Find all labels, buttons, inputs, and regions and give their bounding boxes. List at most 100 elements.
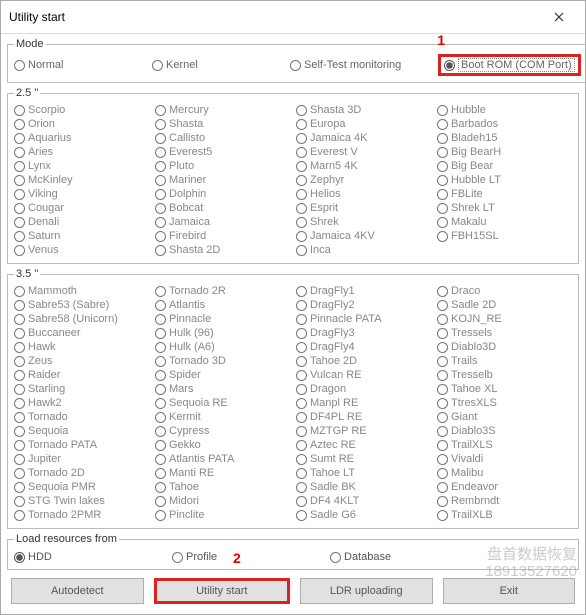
d35-option[interactable]: Tahoe 2D — [296, 354, 431, 368]
d25-option[interactable]: Viking — [14, 187, 149, 201]
d25-option[interactable]: Barbados — [437, 117, 572, 131]
autodetect-button[interactable]: Autodetect — [11, 578, 144, 604]
d35-option[interactable]: MZTGP RE — [296, 424, 431, 438]
d35-option[interactable]: Manti RE — [155, 466, 290, 480]
d35-option[interactable]: Endeavor — [437, 480, 572, 494]
d35-option[interactable]: Tornado 2D — [14, 466, 149, 480]
d35-option[interactable]: Buccaneer — [14, 326, 149, 340]
d35-option[interactable]: Sequoia RE — [155, 396, 290, 410]
d35-option[interactable]: Mars — [155, 382, 290, 396]
d25-option[interactable]: Big BearH — [437, 145, 572, 159]
d25-option[interactable]: Shasta 2D — [155, 243, 290, 257]
d35-option[interactable]: Hawk2 — [14, 396, 149, 410]
d35-option[interactable]: Zeus — [14, 354, 149, 368]
d25-option[interactable]: Venus — [14, 243, 149, 257]
d35-option[interactable]: Midori — [155, 494, 290, 508]
d35-option[interactable]: STG Twin lakes — [14, 494, 149, 508]
d35-option[interactable]: Atlantis PATA — [155, 452, 290, 466]
d25-option[interactable]: Orion — [14, 117, 149, 131]
d35-option[interactable]: DragFly3 — [296, 326, 431, 340]
utility-start-button[interactable]: Utility start — [154, 578, 291, 604]
d35-option[interactable]: Tahoe XL — [437, 382, 572, 396]
d35-option[interactable]: Tressels — [437, 326, 572, 340]
d35-option[interactable]: Diablo3S — [437, 424, 572, 438]
mode-kernel[interactable]: Kernel — [152, 59, 282, 71]
d35-option[interactable]: Tahoe — [155, 480, 290, 494]
d35-option[interactable]: Draco — [437, 284, 572, 298]
d25-option[interactable]: Aries — [14, 145, 149, 159]
d35-option[interactable]: Trails — [437, 354, 572, 368]
d25-option[interactable]: Shrek LT — [437, 201, 572, 215]
d35-option[interactable]: Cypress — [155, 424, 290, 438]
d25-option[interactable]: Dolphin — [155, 187, 290, 201]
d25-option[interactable]: Pluto — [155, 159, 290, 173]
d25-option[interactable]: McKinley — [14, 173, 149, 187]
d35-option[interactable]: TrailXLB — [437, 508, 572, 522]
d35-option[interactable]: Hulk (96) — [155, 326, 290, 340]
mode-selftest[interactable]: Self-Test monitoring — [290, 59, 430, 71]
d25-option[interactable]: Jamaica 4KV — [296, 229, 431, 243]
mode-bootrom[interactable]: Boot ROM (COM Port) — [444, 58, 575, 72]
load-database[interactable]: Database — [330, 551, 480, 563]
d35-option[interactable]: Tornado PATA — [14, 438, 149, 452]
exit-button[interactable]: Exit — [443, 578, 576, 604]
d25-option[interactable]: FBH15SL — [437, 229, 572, 243]
d35-option[interactable]: Gekko — [155, 438, 290, 452]
d35-option[interactable]: Raider — [14, 368, 149, 382]
d25-option[interactable]: Mariner — [155, 173, 290, 187]
d35-option[interactable]: Vivaldi — [437, 452, 572, 466]
d25-option[interactable]: Bobcat — [155, 201, 290, 215]
d25-option[interactable]: Everest V — [296, 145, 431, 159]
d25-option[interactable]: Shasta 3D — [296, 103, 431, 117]
d35-option[interactable]: Spider — [155, 368, 290, 382]
d35-option[interactable]: Pinnacle — [155, 312, 290, 326]
d35-option[interactable]: Tahoe LT — [296, 466, 431, 480]
d35-option[interactable]: Sumt RE — [296, 452, 431, 466]
d25-option[interactable]: Hubble — [437, 103, 572, 117]
d25-option[interactable]: Cougar — [14, 201, 149, 215]
mode-normal[interactable]: Normal — [14, 59, 144, 71]
d35-option[interactable]: Sadle G6 — [296, 508, 431, 522]
d25-option[interactable]: Callisto — [155, 131, 290, 145]
d35-option[interactable]: Tresselb — [437, 368, 572, 382]
d35-option[interactable]: Tornado 2R — [155, 284, 290, 298]
d25-option[interactable]: Scorpio — [14, 103, 149, 117]
d35-option[interactable]: Tornado 2PMR — [14, 508, 149, 522]
d35-option[interactable]: TrailXLS — [437, 438, 572, 452]
d35-option[interactable]: Hulk (A6) — [155, 340, 290, 354]
d35-option[interactable]: Rembrndt — [437, 494, 572, 508]
load-profile[interactable]: Profile — [172, 551, 322, 563]
d35-option[interactable]: Aztec RE — [296, 438, 431, 452]
d25-option[interactable]: Aquarius — [14, 131, 149, 145]
d35-option[interactable]: Starling — [14, 382, 149, 396]
d35-option[interactable]: Pinnacle PATA — [296, 312, 431, 326]
d25-option[interactable]: Hubble LT — [437, 173, 572, 187]
d25-option[interactable]: Mercury — [155, 103, 290, 117]
d35-option[interactable]: Atlantis — [155, 298, 290, 312]
d35-option[interactable]: Dragon — [296, 382, 431, 396]
d25-option[interactable]: Esprit — [296, 201, 431, 215]
close-button[interactable] — [541, 7, 577, 27]
ldr-uploading-button[interactable]: LDR uploading — [300, 578, 433, 604]
d25-option[interactable]: Inca — [296, 243, 431, 257]
d25-option[interactable]: Saturn — [14, 229, 149, 243]
d25-option[interactable]: Everest5 — [155, 145, 290, 159]
d25-option[interactable]: Helios — [296, 187, 431, 201]
d35-option[interactable]: Tornado — [14, 410, 149, 424]
d25-option[interactable]: Lynx — [14, 159, 149, 173]
d35-option[interactable]: Mammoth — [14, 284, 149, 298]
d25-option[interactable]: Jamaica 4K — [296, 131, 431, 145]
d35-option[interactable]: Kermit — [155, 410, 290, 424]
d35-option[interactable]: Sabre53 (Sabre) — [14, 298, 149, 312]
d25-option[interactable]: Makalu — [437, 215, 572, 229]
d35-option[interactable]: Hawk — [14, 340, 149, 354]
d35-option[interactable]: Diablo3D — [437, 340, 572, 354]
d25-option[interactable]: Europa — [296, 117, 431, 131]
d35-option[interactable]: Tornado 3D — [155, 354, 290, 368]
d25-option[interactable]: Big Bear — [437, 159, 572, 173]
d35-option[interactable]: Sadle 2D — [437, 298, 572, 312]
d35-option[interactable]: DragFly1 — [296, 284, 431, 298]
d35-option[interactable]: Sequoia — [14, 424, 149, 438]
d35-option[interactable]: Pinclite — [155, 508, 290, 522]
d25-option[interactable]: Firebird — [155, 229, 290, 243]
